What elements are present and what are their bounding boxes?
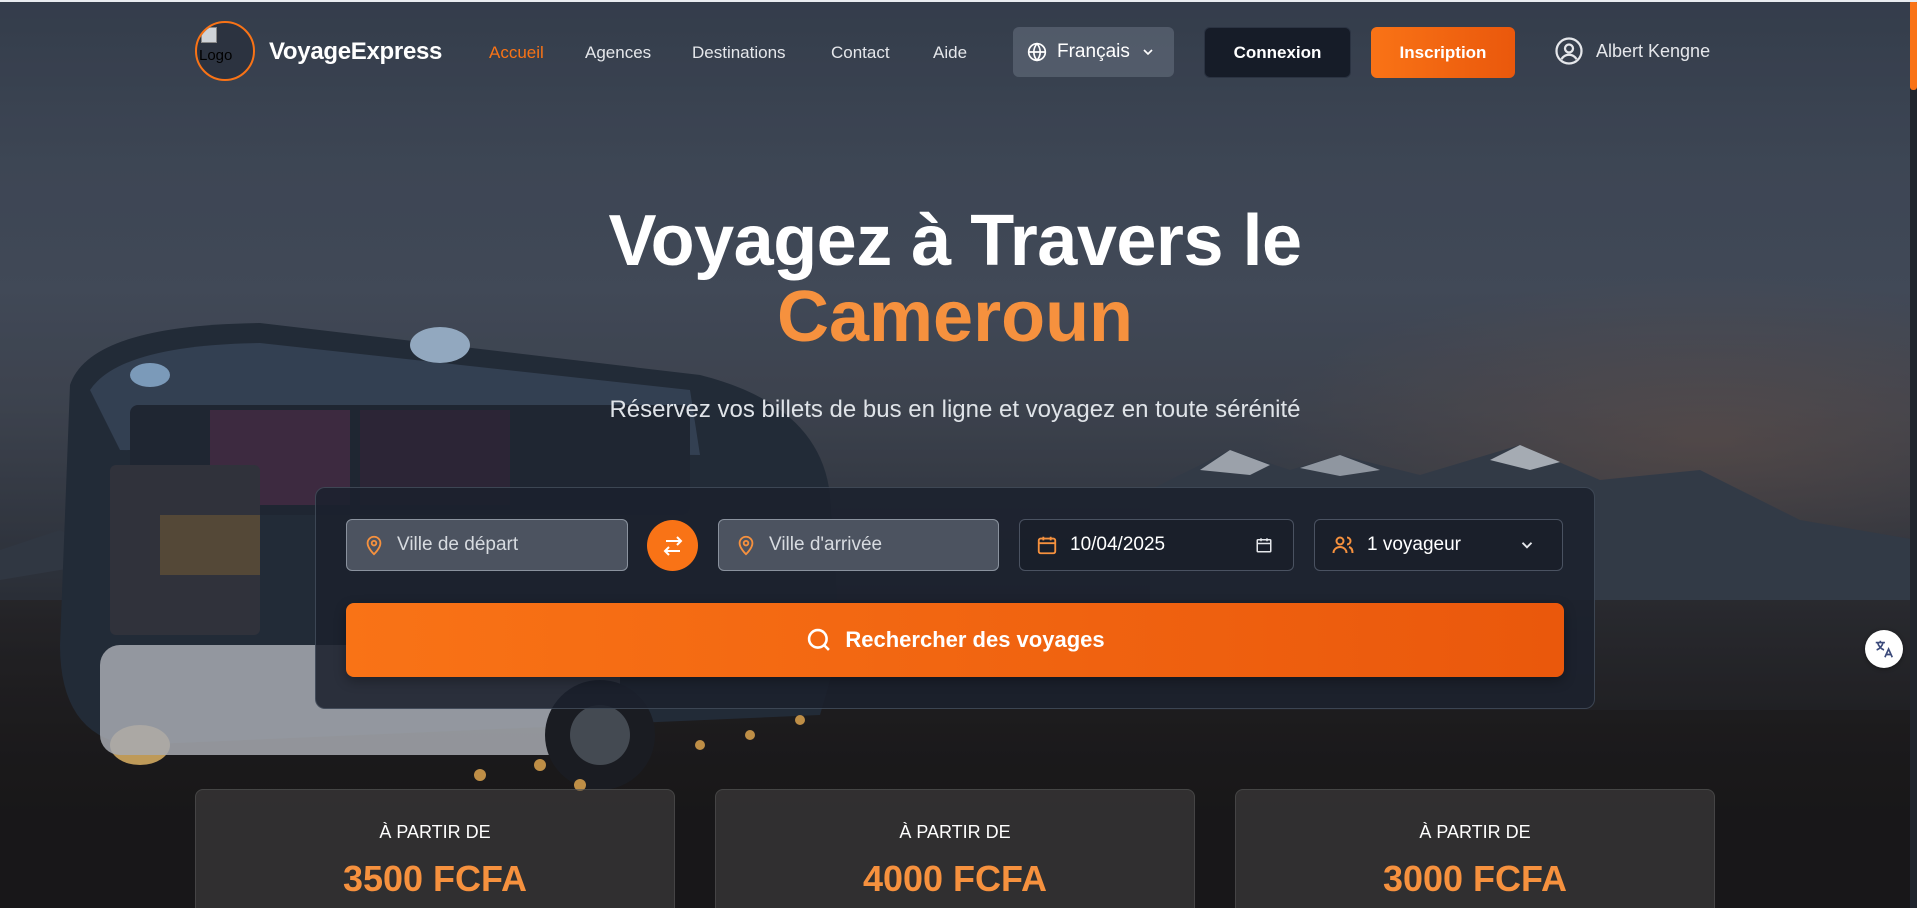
calendar-icon	[1036, 534, 1058, 556]
date-input[interactable]: 10/04/2025	[1019, 519, 1294, 571]
arrival-input[interactable]: Ville d'arrivée	[718, 519, 999, 571]
translate-icon	[1873, 638, 1895, 660]
price-card-label: À PARTIR DE	[379, 822, 491, 842]
hero-overlay	[0, 0, 1917, 908]
price-card-value: 4000 FCFA	[862, 858, 1048, 899]
brand-name[interactable]: VoyageExpress	[269, 38, 442, 66]
departure-placeholder: Ville de départ	[397, 534, 519, 555]
broken-image-icon	[201, 27, 217, 43]
price-card[interactable]: À PARTIR DE 4000 FCFA	[715, 789, 1195, 908]
search-button[interactable]: Rechercher des voyages	[346, 603, 1564, 677]
users-icon	[1331, 533, 1355, 557]
hero-subtitle: Réservez vos billets de bus en ligne et …	[609, 396, 1301, 423]
date-value: 10/04/2025	[1070, 534, 1166, 555]
nav-accueil[interactable]: Accueil	[489, 43, 544, 63]
signup-button[interactable]: Inscription	[1371, 27, 1515, 78]
login-button[interactable]: Connexion	[1204, 27, 1351, 78]
nav-destinations[interactable]: Destinations	[692, 43, 786, 63]
logo-alt-text: Logo	[199, 47, 233, 64]
calendar-picker-icon[interactable]	[1255, 536, 1273, 554]
chevron-down-icon	[1140, 44, 1156, 60]
travelers-value: 1 voyageur	[1367, 534, 1462, 555]
price-card-label: À PARTIR DE	[899, 822, 1011, 842]
language-label: Français	[1057, 41, 1130, 62]
price-card-value: 3000 FCFA	[1382, 858, 1568, 899]
logo[interactable]: Logo	[195, 21, 255, 81]
site-header: Logo VoyageExpress Accueil Agences Desti…	[0, 0, 1917, 105]
departure-input[interactable]: Ville de départ	[346, 519, 628, 571]
search-button-label: Rechercher des voyages	[845, 627, 1105, 652]
price-card[interactable]: À PARTIR DE 3500 FCFA	[195, 789, 675, 908]
map-pin-icon	[363, 534, 385, 556]
hero-title: Voyagez à Travers le	[608, 201, 1302, 281]
language-selector[interactable]: Français	[1013, 27, 1174, 77]
user-menu[interactable]: Albert Kengne	[1554, 36, 1710, 66]
arrival-placeholder: Ville d'arrivée	[769, 534, 883, 555]
price-card-label: À PARTIR DE	[1419, 822, 1531, 842]
hero-title-highlight: Cameroun	[776, 277, 1134, 357]
user-circle-icon	[1554, 36, 1584, 66]
swap-cities-button[interactable]	[647, 520, 698, 571]
nav-agences[interactable]: Agences	[585, 43, 651, 63]
hero-background	[0, 0, 1917, 908]
scrollbar-track[interactable]	[1910, 0, 1917, 908]
search-icon	[805, 626, 833, 654]
chevron-down-icon	[1518, 536, 1536, 554]
globe-icon	[1027, 42, 1047, 62]
nav-contact[interactable]: Contact	[831, 43, 890, 63]
browser-top-edge	[0, 0, 1917, 2]
user-name: Albert Kengne	[1596, 40, 1711, 61]
translate-button[interactable]	[1865, 630, 1903, 668]
travelers-select[interactable]: 1 voyageur	[1314, 519, 1563, 571]
price-card-value: 3500 FCFA	[342, 858, 528, 899]
nav-aide[interactable]: Aide	[933, 43, 967, 63]
swap-icon	[661, 534, 685, 558]
price-card[interactable]: À PARTIR DE 3000 FCFA	[1235, 789, 1715, 908]
map-pin-icon	[735, 534, 757, 556]
